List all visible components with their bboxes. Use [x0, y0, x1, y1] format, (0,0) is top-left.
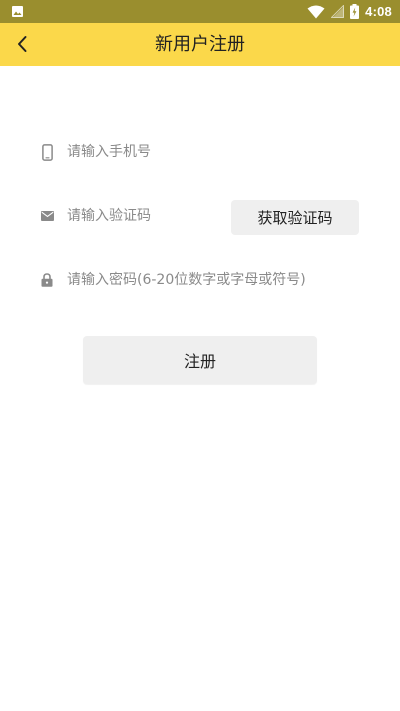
get-code-button[interactable]: 获取验证码 [231, 200, 359, 235]
status-bar: 4:08 [0, 0, 400, 23]
register-button[interactable]: 注册 [83, 336, 317, 384]
page-title: 新用户注册 [155, 34, 245, 55]
wifi-icon [307, 5, 325, 18]
lock-icon [38, 271, 56, 289]
code-row [38, 198, 224, 234]
signal-icon [331, 5, 345, 18]
status-icons: 4:08 [307, 0, 392, 23]
back-arrow-icon [18, 36, 27, 52]
phone-row [38, 134, 360, 170]
phone-icon [38, 143, 56, 161]
password-row [38, 262, 360, 298]
status-time: 4:08 [365, 4, 392, 19]
battery-charging-icon [350, 4, 360, 19]
image-icon [12, 6, 23, 17]
code-input[interactable] [67, 204, 224, 228]
back-button[interactable] [6, 28, 38, 60]
mail-icon [38, 207, 56, 225]
password-input[interactable] [67, 268, 360, 292]
phone-input[interactable] [67, 140, 360, 164]
app-bar: 新用户注册 [0, 23, 400, 66]
